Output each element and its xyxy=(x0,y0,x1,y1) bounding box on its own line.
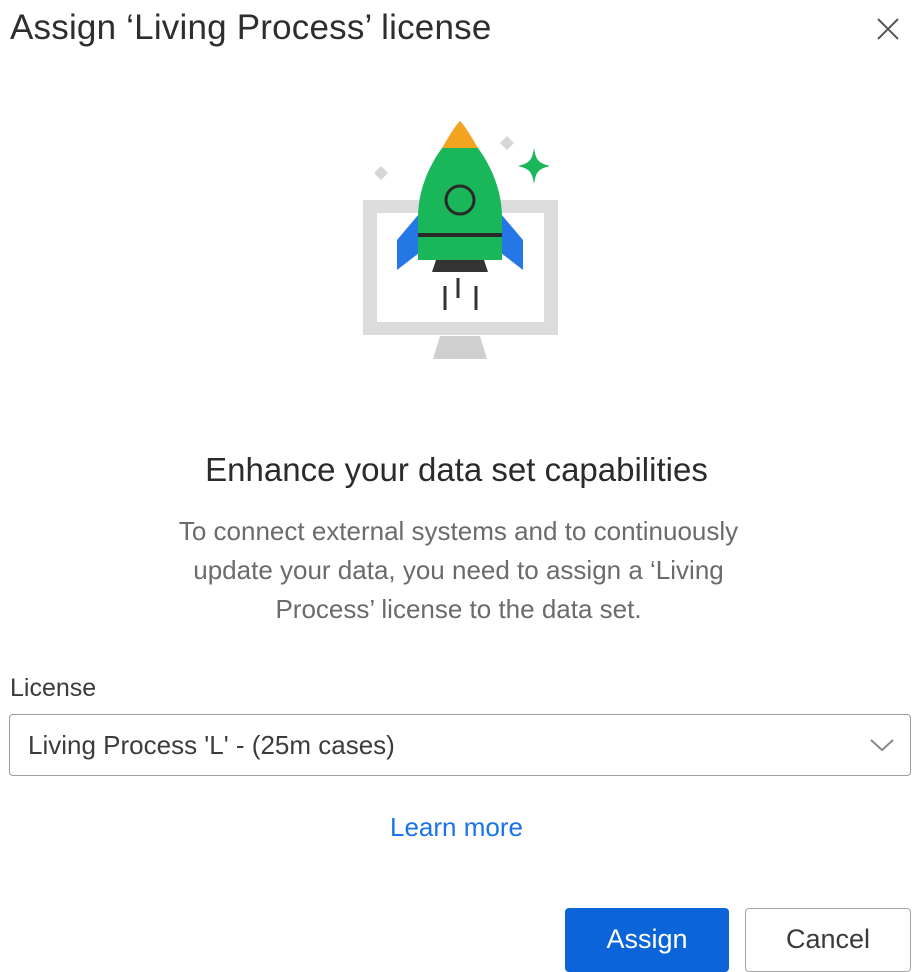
cancel-button[interactable]: Cancel xyxy=(745,908,911,972)
rocket-nozzle xyxy=(432,260,488,272)
rocket-nose xyxy=(442,121,478,148)
chevron-down-icon xyxy=(870,739,894,752)
sparkle-icon xyxy=(518,148,550,184)
section-description: To connect external systems and to conti… xyxy=(178,516,739,624)
rocket-monitor-illustration xyxy=(355,118,565,363)
diamond-icon xyxy=(374,166,388,180)
rocket-body xyxy=(418,148,502,260)
learn-more-link[interactable]: Learn more xyxy=(390,812,523,842)
assign-license-dialog: Assign ‘Living Process’ license Enhance … xyxy=(0,0,913,972)
diamond-icon xyxy=(500,136,514,150)
close-button[interactable] xyxy=(873,14,903,44)
assign-button[interactable]: Assign xyxy=(565,908,729,972)
close-icon xyxy=(877,18,899,40)
license-label: License xyxy=(10,674,97,702)
learn-more-container: Learn more xyxy=(0,808,913,846)
dialog-title: Assign ‘Living Process’ license xyxy=(10,8,492,47)
license-select[interactable]: Living Process 'L' - (25m cases) xyxy=(9,714,911,776)
section-heading: Enhance your data set capabilities xyxy=(205,451,708,488)
monitor-stand xyxy=(433,336,487,359)
license-select-value: Living Process 'L' - (25m cases) xyxy=(28,730,395,760)
